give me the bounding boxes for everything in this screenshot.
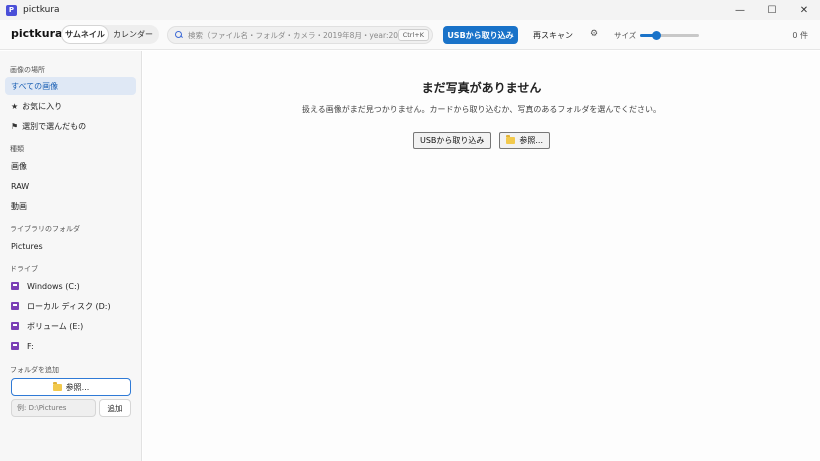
sidebar-item-drive-c[interactable]: Windows (C:): [5, 277, 136, 295]
drives-heading: ドライブ: [10, 265, 38, 273]
close-button[interactable]: ✕: [788, 0, 820, 20]
tab-calendar[interactable]: カレンダー: [108, 26, 158, 43]
sidebar-item-label: すべての画像: [11, 81, 59, 91]
drive-icon: [11, 302, 19, 310]
browse-button-main[interactable]: 参照...: [499, 132, 551, 149]
item-count: 0 件: [792, 31, 808, 40]
sidebar-item-label: RAW: [11, 181, 30, 191]
empty-state-description: 扱える画像がまだ見つかりません。カードから取り込むか、写真のあるフォルダを選んで…: [302, 105, 661, 114]
usb-import-button-main[interactable]: USBから取り込み: [412, 132, 492, 149]
app-icon: P: [6, 4, 17, 16]
sidebar: 画像の場所 すべての画像 ★ お気に入り ⚑ 選別で選んだもの 種類 画像 RA…: [0, 51, 142, 461]
types-heading: 種類: [10, 145, 24, 153]
view-switcher: サムネイル カレンダー: [61, 25, 159, 44]
minimize-button[interactable]: —: [724, 0, 756, 20]
add-folder-heading: フォルダを追加: [10, 366, 59, 374]
drive-icon: [11, 342, 19, 350]
add-folder-button[interactable]: 追加: [99, 399, 131, 417]
toolbar: pictkura サムネイル カレンダー 検索（ファイル名・フォルダ・カメラ・2…: [0, 20, 820, 50]
sidebar-item-selected[interactable]: ⚑ 選別で選んだもの: [5, 117, 136, 135]
browse-label: 参照...: [65, 382, 90, 392]
size-slider[interactable]: [640, 31, 699, 40]
drive-icon: [11, 322, 19, 330]
search-shortcut-badge: Ctrl+K: [397, 29, 429, 41]
sidebar-item-drive-d[interactable]: ローカル ディスク (D:): [5, 297, 136, 315]
folder-path-input[interactable]: [11, 399, 96, 417]
flag-icon: ⚑: [11, 121, 19, 131]
size-label: サイズ: [614, 31, 637, 40]
search-placeholder: 検索（ファイル名・フォルダ・カメラ・2019年8月・year:2019）: [188, 30, 416, 40]
main-content: まだ写真がありません 扱える画像がまだ見つかりません。カードから取り込むか、写真…: [143, 51, 820, 461]
sidebar-item-label: Windows (C:): [27, 281, 80, 291]
sidebar-item-drive-f[interactable]: F:: [5, 337, 136, 355]
brand-logo: pictkura: [11, 27, 63, 40]
sidebar-item-raw[interactable]: RAW: [5, 177, 136, 195]
sidebar-item-label: 選別で選んだもの: [22, 121, 87, 131]
sidebar-item-drive-e[interactable]: ボリューム (E:): [5, 317, 136, 335]
browse-label: 参照...: [519, 136, 544, 145]
search-icon: [175, 31, 183, 39]
empty-state-actions: USBから取り込み 参照...: [143, 132, 820, 149]
sidebar-item-label: 動画: [11, 201, 27, 211]
window-title: pictkura: [23, 5, 60, 15]
gear-icon[interactable]: ⚙: [590, 29, 598, 39]
folder-icon: [506, 135, 516, 144]
sidebar-item-images[interactable]: 画像: [5, 157, 136, 175]
sidebar-item-label: ボリューム (E:): [27, 321, 84, 331]
locations-heading: 画像の場所: [10, 66, 45, 74]
sidebar-item-pictures[interactable]: Pictures: [5, 237, 136, 255]
sidebar-item-label: F:: [27, 341, 34, 351]
usb-import-button[interactable]: USBから取り込み: [443, 26, 518, 44]
folder-icon: [52, 381, 62, 391]
search-input[interactable]: 検索（ファイル名・フォルダ・カメラ・2019年8月・year:2019） Ctr…: [167, 26, 433, 44]
empty-state-title: まだ写真がありません: [421, 81, 542, 95]
rescan-button[interactable]: 再スキャン: [533, 30, 573, 41]
sidebar-item-label: ローカル ディスク (D:): [27, 301, 111, 311]
tab-thumbnails[interactable]: サムネイル: [62, 26, 108, 43]
sidebar-item-label: 画像: [11, 161, 27, 171]
library-heading: ライブラリのフォルダ: [10, 225, 80, 233]
sidebar-item-videos[interactable]: 動画: [5, 197, 136, 215]
window-controls: — ☐ ✕: [724, 0, 820, 20]
drive-icon: [11, 282, 19, 290]
sidebar-item-label: お気に入り: [22, 101, 63, 111]
sidebar-item-label: Pictures: [11, 241, 43, 251]
star-icon: ★: [11, 101, 19, 111]
browse-folder-button[interactable]: 参照...: [11, 378, 131, 396]
maximize-button[interactable]: ☐: [756, 0, 788, 20]
size-slider-thumb[interactable]: [652, 31, 661, 40]
sidebar-item-all-images[interactable]: すべての画像: [5, 77, 136, 95]
sidebar-item-favorites[interactable]: ★ お気に入り: [5, 97, 136, 115]
title-bar: P pictkura — ☐ ✕: [0, 0, 820, 20]
